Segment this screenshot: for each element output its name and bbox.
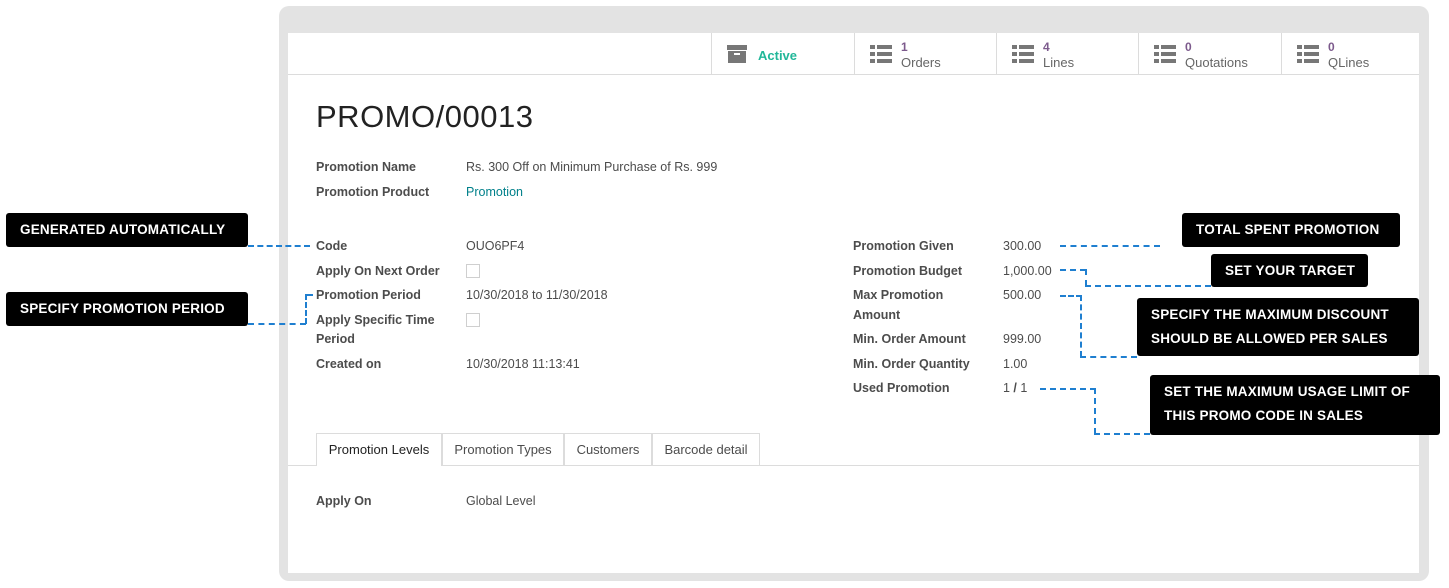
lines-count: 4 — [1043, 40, 1050, 54]
notebook-tabs: Promotion Levels Promotion Types Custome… — [288, 433, 1419, 466]
created-on-label: Created on — [316, 357, 382, 371]
leader-line-used-b — [1094, 433, 1150, 435]
promotion-given-label: Promotion Given — [853, 239, 954, 253]
code-label: Code — [316, 239, 348, 253]
promotion-budget-label: Promotion Budget — [853, 264, 963, 278]
list-icon — [1297, 45, 1319, 68]
promotion-product-label: Promotion Product — [316, 185, 430, 199]
code-value: OUO6PF4 — [466, 239, 525, 253]
min-order-amount-value: 999.00 — [1003, 332, 1042, 346]
apply-next-order-checkbox[interactable] — [466, 264, 480, 278]
leader-line-code — [248, 245, 310, 247]
callout-max-discount: SPECIFY THE MAXIMUM DISCOUNT SHOULD BE A… — [1137, 298, 1419, 356]
promotion-product-link[interactable]: Promotion — [466, 183, 523, 202]
min-order-quantity-label: Min. Order Quantity — [853, 357, 970, 371]
leader-line-period-v — [305, 294, 307, 324]
callout-set-your-target: SET YOUR TARGET — [1211, 254, 1368, 287]
lines-label: Lines — [1043, 55, 1075, 70]
list-icon — [1154, 45, 1176, 68]
promotion-budget-value: 1,000.00 — [1003, 264, 1052, 278]
callout-total-spent-promotion: TOTAL SPENT PROMOTION — [1182, 213, 1400, 247]
callout-max-discount-line1: SPECIFY THE MAXIMUM DISCOUNT — [1151, 307, 1389, 322]
promotion-period-label: Promotion Period — [316, 288, 421, 302]
lines-button[interactable]: 4 Lines — [996, 33, 1138, 74]
used-promotion-total: 1 — [1020, 381, 1028, 395]
apply-on-label: Apply On — [316, 494, 372, 508]
leader-line-given — [1060, 245, 1160, 247]
created-on-value: 10/30/2018 11:13:41 — [466, 357, 580, 371]
tab-promotion-levels[interactable]: Promotion Levels — [316, 433, 442, 466]
apply-next-order-label: Apply On Next Order — [316, 264, 440, 278]
callout-max-discount-line2: SHOULD BE ALLOWED PER SALES — [1151, 331, 1388, 346]
callout-usage-limit: SET THE MAXIMUM USAGE LIMIT OF THIS PROM… — [1150, 375, 1440, 435]
promotion-given-value: 300.00 — [1003, 239, 1042, 253]
callout-usage-limit-line1: SET THE MAXIMUM USAGE LIMIT OF — [1164, 384, 1410, 399]
leader-line-used-v — [1094, 388, 1096, 434]
orders-button[interactable]: 1 Orders — [854, 33, 996, 74]
used-promotion-label: Used Promotion — [853, 381, 950, 395]
promotion-name-label: Promotion Name — [316, 160, 417, 174]
qlines-button[interactable]: 0 QLines — [1281, 33, 1419, 74]
quotations-count: 0 — [1185, 40, 1192, 54]
archive-icon — [727, 45, 747, 68]
apply-specific-time-label: Apply Specific Time — [316, 313, 435, 327]
active-label: Active — [758, 48, 798, 63]
used-promotion-used: 1 — [1003, 381, 1010, 395]
leader-line-used-a — [1040, 388, 1096, 390]
min-order-amount-label: Min. Order Amount — [853, 332, 966, 346]
tab-customers[interactable]: Customers — [564, 433, 652, 465]
apply-on-value: Global Level — [466, 494, 536, 508]
qlines-label: QLines — [1328, 55, 1370, 70]
tab-barcode-detail[interactable]: Barcode detail — [652, 433, 760, 465]
record-title: PROMO/00013 — [316, 99, 534, 134]
quotations-label: Quotations — [1185, 55, 1248, 70]
used-promotion-value: 1 / 1 — [1003, 379, 1027, 398]
leader-line-budget-a — [1060, 269, 1086, 271]
min-order-quantity-value: 1.00 — [1003, 357, 1028, 371]
callout-usage-limit-line2: THIS PROMO CODE IN SALES — [1164, 408, 1364, 423]
leader-line-budget-v — [1085, 269, 1087, 286]
leader-line-period-top — [305, 294, 313, 296]
list-icon — [1012, 45, 1034, 68]
callout-generated-automatically: GENERATED AUTOMATICALLY — [6, 213, 248, 247]
orders-label: Orders — [901, 55, 941, 70]
promotion-name-value: Rs. 300 Off on Minimum Purchase of Rs. 9… — [466, 160, 718, 174]
callout-promotion-period: SPECIFY PROMOTION PERIOD — [6, 292, 248, 326]
active-toggle-button[interactable]: Active — [711, 33, 854, 74]
orders-count: 1 — [901, 40, 908, 54]
max-promotion-value: 500.00 — [1003, 288, 1042, 302]
smart-button-bar: Active 1 Orders 4 Lines 0 Quotations 0 Q… — [288, 33, 1419, 75]
quotations-button[interactable]: 0 Quotations — [1138, 33, 1281, 74]
used-promotion-separator: / — [1009, 381, 1021, 395]
apply-specific-time-checkbox[interactable] — [466, 313, 480, 327]
qlines-count: 0 — [1328, 40, 1335, 54]
max-promotion-label-line2: Amount — [853, 308, 901, 322]
max-promotion-label: Max Promotion — [853, 288, 944, 302]
leader-line-max-b — [1080, 356, 1137, 358]
list-icon — [870, 45, 892, 68]
leader-line-max-a — [1060, 295, 1082, 297]
tab-promotion-types[interactable]: Promotion Types — [442, 433, 564, 465]
promotion-period-value: 10/30/2018 to 11/30/2018 — [466, 288, 608, 302]
apply-specific-time-label-line2: Period — [316, 332, 355, 346]
leader-line-period-h — [248, 323, 306, 325]
leader-line-max-v — [1080, 295, 1082, 357]
leader-line-budget-b — [1085, 285, 1211, 287]
